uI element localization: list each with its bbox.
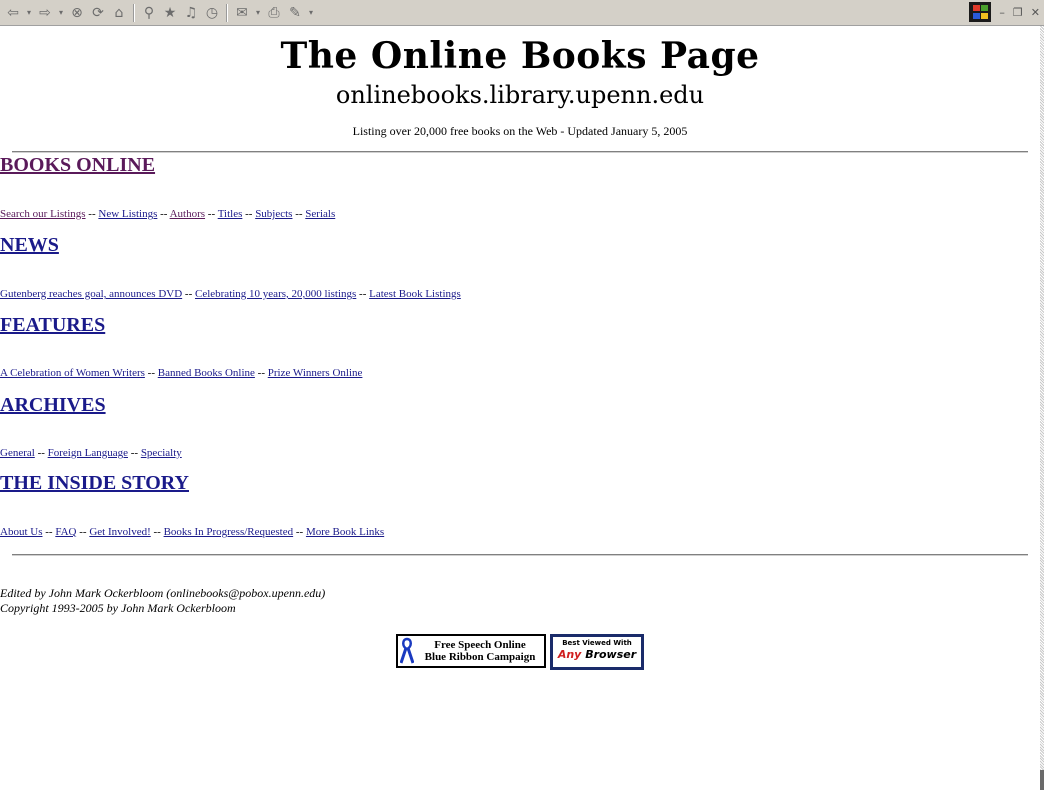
close-icon[interactable]: ✕ xyxy=(1031,6,1040,19)
link-separator: -- xyxy=(207,208,216,220)
minimize-icon[interactable]: – xyxy=(999,6,1005,19)
blue-ribbon-line2: Blue Ribbon Campaign xyxy=(424,651,536,663)
link-separator: -- xyxy=(153,526,161,538)
toolbar-separator xyxy=(133,3,135,22)
link-separator: -- xyxy=(257,367,265,379)
favorites-icon[interactable]: ★ xyxy=(161,4,179,22)
link-books-in-progress[interactable]: Books In Progress/Requested xyxy=(164,526,294,538)
inside-story-links: About Us -- FAQ -- Get Involved! -- Book… xyxy=(0,525,1040,539)
restore-icon[interactable]: ❐ xyxy=(1013,6,1023,19)
any-browser-bottom-text: Any Browser xyxy=(553,648,641,662)
vertical-scrollbar[interactable] xyxy=(1040,26,1044,790)
link-authors[interactable]: Authors xyxy=(170,208,205,220)
link-serials[interactable]: Serials xyxy=(305,208,335,220)
link-separator: -- xyxy=(147,367,155,379)
books-online-links: Search our Listings -- New Listings -- A… xyxy=(0,207,1040,221)
bottom-divider xyxy=(12,554,1028,556)
link-separator: -- xyxy=(79,526,87,538)
windows-logo-icon xyxy=(969,2,992,22)
footer: Edited by John Mark Ockerbloom (onlinebo… xyxy=(0,586,1040,616)
refresh-icon[interactable]: ⟳ xyxy=(89,4,107,22)
back-dropdown-icon[interactable]: ▾ xyxy=(25,4,33,22)
blue-ribbon-text: Free Speech Online Blue Ribbon Campaign xyxy=(416,639,544,663)
link-separator: -- xyxy=(37,447,45,459)
features-heading-link[interactable]: FEATURES xyxy=(0,314,105,336)
scrollbar-thumb[interactable] xyxy=(1040,770,1044,790)
archives-links: General -- Foreign Language -- Specialty xyxy=(0,446,1040,460)
news-links: Gutenberg reaches goal, announces DVD --… xyxy=(0,287,1040,301)
section-archives: ARCHIVES xyxy=(0,393,1040,417)
section-news: NEWS xyxy=(0,233,1040,257)
inside-story-heading-link[interactable]: THE INSIDE STORY xyxy=(0,472,189,494)
section-inside-story: THE INSIDE STORY xyxy=(0,471,1040,495)
browser-toolbar: ⇦ ▾ ⇨ ▾ ⊗ ⟳ ⌂ ⚲ ★ ♫ ◷ ✉ ▾ ⎙ ✎ ▾ – ❐ ✕ xyxy=(0,0,1044,26)
copyright-notice: Copyright 1993-2005 by John Mark Ockerbl… xyxy=(0,601,236,615)
forward-dropdown-icon[interactable]: ▾ xyxy=(57,4,65,22)
link-separator: -- xyxy=(45,526,53,538)
link-latest-book-listings[interactable]: Latest Book Listings xyxy=(369,288,461,300)
link-separator: -- xyxy=(88,208,96,220)
toolbar-separator xyxy=(226,3,228,22)
home-icon[interactable]: ⌂ xyxy=(110,4,128,22)
link-separator: -- xyxy=(130,447,139,459)
archives-heading-link[interactable]: ARCHIVES xyxy=(0,394,106,416)
link-faq[interactable]: FAQ xyxy=(55,526,76,538)
search-icon[interactable]: ⚲ xyxy=(140,4,158,22)
link-separator: -- xyxy=(245,208,253,220)
section-features: FEATURES xyxy=(0,313,1040,337)
link-celebrating-10-years[interactable]: Celebrating 10 years, 20,000 listings xyxy=(195,288,356,300)
mail-dropdown-icon[interactable]: ▾ xyxy=(254,4,262,22)
link-separator: -- xyxy=(184,288,193,300)
window-controls: – ❐ ✕ xyxy=(969,2,1040,22)
link-separator: -- xyxy=(359,288,367,300)
link-gutenberg-dvd[interactable]: Gutenberg reaches goal, announces DVD xyxy=(0,288,182,300)
link-banned-books[interactable]: Banned Books Online xyxy=(158,367,255,379)
link-search-listings[interactable]: Search our Listings xyxy=(0,208,86,220)
link-titles[interactable]: Titles xyxy=(218,208,243,220)
print-icon[interactable]: ⎙ xyxy=(265,4,283,22)
link-separator: -- xyxy=(295,526,304,538)
link-specialty[interactable]: Specialty xyxy=(141,447,182,459)
blue-ribbon-line1: Free Speech Online xyxy=(434,639,526,651)
any-browser-browser: Browser xyxy=(585,648,637,661)
any-browser-any: Any xyxy=(557,648,582,661)
back-icon[interactable]: ⇦ xyxy=(4,4,22,22)
site-url: onlinebooks.library.upenn.edu xyxy=(335,81,705,109)
books-online-heading-link[interactable]: BOOKS ONLINE xyxy=(0,154,155,176)
link-prize-winners[interactable]: Prize Winners Online xyxy=(268,367,363,379)
link-general[interactable]: General xyxy=(0,447,35,459)
link-women-writers[interactable]: A Celebration of Women Writers xyxy=(0,367,145,379)
link-separator: -- xyxy=(295,208,303,220)
blue-ribbon-badge[interactable]: Free Speech Online Blue Ribbon Campaign xyxy=(396,634,546,668)
footer-badges: Free Speech Online Blue Ribbon Campaign … xyxy=(0,634,1040,670)
link-subjects[interactable]: Subjects xyxy=(255,208,292,220)
blue-ribbon-icon xyxy=(398,637,416,665)
section-books-online: BOOKS ONLINE xyxy=(0,153,1040,177)
link-more-book-links[interactable]: More Book Links xyxy=(306,526,384,538)
any-browser-badge[interactable]: Best Viewed With Any Browser xyxy=(550,634,644,670)
media-icon[interactable]: ♫ xyxy=(182,4,200,22)
link-foreign-language[interactable]: Foreign Language xyxy=(48,447,128,459)
mail-icon[interactable]: ✉ xyxy=(233,4,251,22)
edit-icon[interactable]: ✎ xyxy=(286,4,304,22)
news-heading-link[interactable]: NEWS xyxy=(0,234,59,256)
link-new-listings[interactable]: New Listings xyxy=(98,208,157,220)
tagline: Listing over 20,000 free books on the We… xyxy=(352,124,688,138)
features-links: A Celebration of Women Writers -- Banned… xyxy=(0,366,1040,380)
link-get-involved[interactable]: Get Involved! xyxy=(89,526,150,538)
page-title: The Online Books Page xyxy=(280,35,760,77)
link-separator: -- xyxy=(160,208,168,220)
history-icon[interactable]: ◷ xyxy=(203,4,221,22)
stop-icon[interactable]: ⊗ xyxy=(68,4,86,22)
forward-icon[interactable]: ⇨ xyxy=(36,4,54,22)
any-browser-top-text: Best Viewed With xyxy=(562,639,632,647)
link-about-us[interactable]: About Us xyxy=(0,526,42,538)
page-content: The Online Books Page onlinebooks.librar… xyxy=(0,26,1040,153)
editor-credit: Edited by John Mark Ockerbloom (onlinebo… xyxy=(0,586,326,600)
edit-dropdown-icon[interactable]: ▾ xyxy=(307,4,315,22)
